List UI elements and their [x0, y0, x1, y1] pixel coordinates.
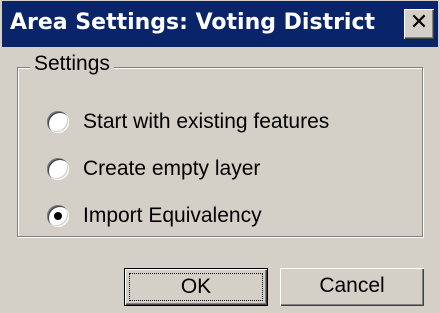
option-start-with-existing-features[interactable]: Start with existing features — [47, 109, 329, 135]
radio-button-selected[interactable] — [47, 205, 69, 227]
option-label: Start with existing features — [83, 110, 330, 133]
focus-rectangle — [129, 273, 263, 301]
close-button[interactable]: ✕ — [404, 9, 434, 39]
radio-button[interactable] — [47, 158, 69, 180]
area-settings-dialog: Area Settings: Voting District ✕ Setting… — [0, 0, 440, 313]
option-label: Import Equivalency — [83, 204, 262, 227]
window-title: Area Settings: Voting District — [10, 10, 376, 35]
radio-button[interactable] — [47, 111, 69, 133]
option-import-equivalency[interactable]: Import Equivalency — [47, 203, 262, 229]
option-label: Create empty layer — [83, 157, 261, 180]
cancel-button-label: Cancel — [319, 274, 385, 297]
ok-button[interactable]: OK — [124, 268, 268, 306]
settings-group-label: Settings — [30, 52, 114, 76]
cancel-button[interactable]: Cancel — [280, 268, 424, 306]
close-icon: ✕ — [409, 10, 429, 35]
title-bar[interactable]: Area Settings: Voting District ✕ — [2, 1, 438, 47]
radio-selected-dot — [54, 212, 62, 220]
option-create-empty-layer[interactable]: Create empty layer — [47, 156, 260, 182]
